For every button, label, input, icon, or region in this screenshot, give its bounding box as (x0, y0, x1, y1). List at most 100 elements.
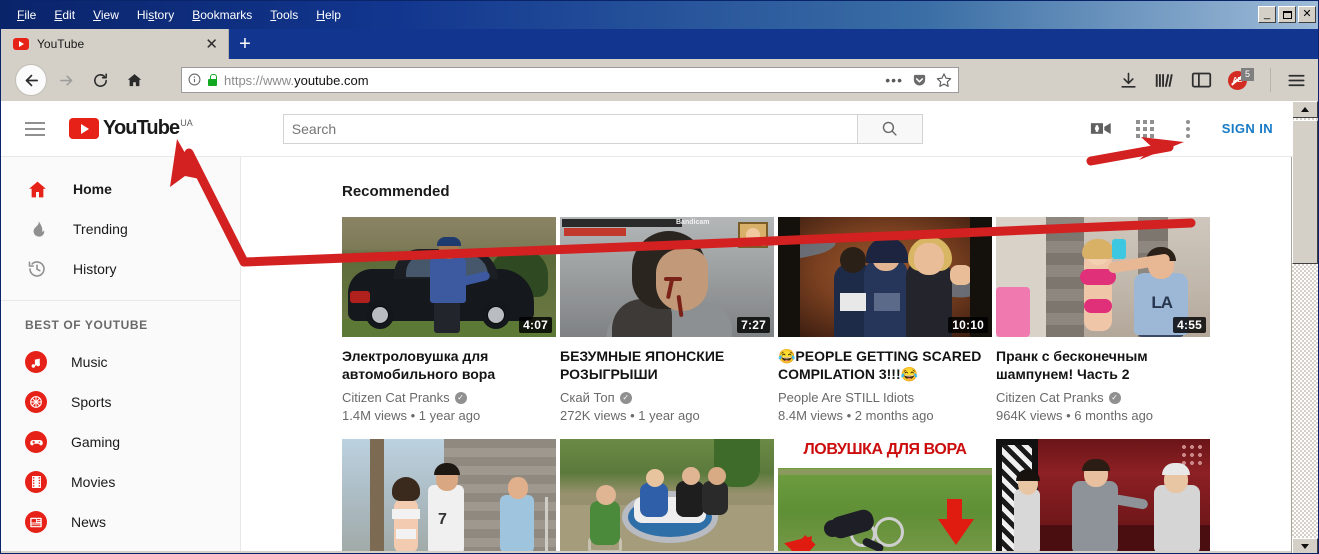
video-card[interactable] (560, 439, 774, 553)
library-icon[interactable] (1154, 71, 1175, 90)
tab-close-icon[interactable]: ✕ (203, 37, 220, 52)
video-metadata: 964K views • 6 months ago (996, 408, 1154, 423)
video-card[interactable] (996, 439, 1210, 553)
video-card[interactable]: Bandicam 7:27 БЕЗУМНЫЕ ЯПОНСКИЕ РОЗЫГРЫШ… (560, 217, 774, 423)
three-dots-vertical-icon[interactable] (1178, 118, 1198, 140)
sidebar-item-history[interactable]: History (1, 249, 240, 289)
menu-edit[interactable]: Edit (46, 5, 83, 25)
guide-toggle-icon[interactable] (25, 117, 49, 141)
video-channel-name[interactable]: Citizen Cat Pranks (996, 390, 1104, 405)
video-channel-row: Citizen Cat Pranks ✓ (342, 390, 556, 405)
apps-grid-icon[interactable] (1135, 119, 1154, 138)
minimize-button[interactable]: _ (1258, 6, 1276, 23)
video-metadata: 1.4M views • 1 year ago (342, 408, 481, 423)
menu-help[interactable]: Help (308, 5, 349, 25)
newspaper-icon (25, 511, 47, 533)
video-channel-name[interactable]: People Are STILL Idiots (778, 390, 914, 405)
video-card[interactable]: 10:10 😂PEOPLE GETTING SCARED COMPILATION… (778, 217, 992, 423)
video-thumbnail[interactable] (560, 439, 774, 553)
info-icon[interactable] (188, 73, 201, 88)
sign-in-button[interactable]: SIGN IN (1222, 121, 1277, 136)
new-tab-button[interactable]: + (229, 29, 261, 59)
video-title[interactable]: Пранк с бесконечным шампунем! Часть 2 (996, 347, 1210, 383)
tab-title: YouTube (37, 37, 85, 51)
youtube-page: YouTube UA Search SIGN IN Home Trending … (1, 101, 1293, 553)
url-domain: youtube.com (294, 72, 369, 88)
navigation-toolbar: https://www.youtube.com ••• 5 (1, 59, 1318, 101)
video-thumbnail[interactable]: ЛОВУШКА ДЛЯ ВОРА (778, 439, 992, 553)
sidebar-item-sports[interactable]: Sports (1, 382, 240, 422)
thumbnail-overlay-text: ЛОВУШКА ДЛЯ ВОРА (803, 441, 967, 458)
youtube-logo[interactable]: YouTube UA (69, 117, 193, 140)
video-metadata: 272K views • 1 year ago (560, 408, 700, 423)
tab-youtube[interactable]: YouTube ✕ (1, 29, 229, 59)
page-scrollbar[interactable] (1291, 101, 1318, 553)
url-text: https://www.youtube.com (224, 73, 879, 88)
scrollbar-thumb[interactable] (1292, 120, 1318, 264)
sidebar-icon[interactable] (1191, 71, 1212, 89)
url-bar[interactable]: https://www.youtube.com ••• (181, 67, 959, 93)
close-button[interactable]: ✕ (1298, 6, 1316, 23)
back-button[interactable] (15, 64, 47, 96)
music-note-icon (25, 351, 47, 373)
reload-button[interactable] (85, 65, 115, 95)
sidebar-item-news[interactable]: News (1, 502, 240, 542)
bookmark-star-icon[interactable] (936, 72, 952, 88)
menu-file[interactable]: File (9, 5, 44, 25)
forward-button[interactable] (51, 65, 81, 95)
sidebar-label-trending: Trending (73, 221, 128, 237)
tab-strip: YouTube ✕ + (1, 29, 1318, 59)
video-thumbnail[interactable] (996, 439, 1210, 553)
video-card[interactable]: 7 (342, 439, 556, 553)
video-thumbnail[interactable]: LA 4:55 (996, 217, 1210, 337)
youtube-play-icon (69, 118, 99, 139)
video-thumbnail[interactable]: Bandicam 7:27 (560, 217, 774, 337)
video-camera-plus-icon[interactable] (1090, 120, 1112, 137)
video-card[interactable]: 4:07 Электроловушка для автомобильного в… (342, 217, 556, 423)
lock-icon[interactable] (207, 74, 218, 86)
video-channel-name[interactable]: Скай Топ (560, 390, 615, 405)
video-channel-name[interactable]: Citizen Cat Pranks (342, 390, 450, 405)
scroll-down-arrow[interactable] (1292, 538, 1318, 553)
menu-bookmarks[interactable]: Bookmarks (184, 5, 260, 25)
maximize-button[interactable] (1278, 6, 1296, 23)
youtube-guide-sidebar: Home Trending History BEST OF YOUTUBE Mu… (1, 157, 241, 553)
page-actions-icon[interactable]: ••• (885, 73, 903, 87)
sidebar-label-gaming: Gaming (71, 434, 121, 450)
sidebar-label-sports: Sports (71, 394, 112, 410)
menu-history[interactable]: History (129, 5, 182, 25)
search-input[interactable] (282, 113, 858, 144)
video-metadata: 8.4M views • 2 months ago (778, 408, 934, 423)
youtube-favicon (13, 38, 29, 50)
history-clock-icon (25, 257, 49, 281)
youtube-country-code: UA (180, 118, 193, 128)
menu-view[interactable]: View (85, 5, 127, 25)
pocket-icon[interactable] (912, 73, 927, 88)
video-thumbnail[interactable]: 7 (342, 439, 556, 553)
sidebar-item-music[interactable]: Music (1, 342, 240, 382)
gamepad-icon (25, 431, 47, 453)
video-card[interactable]: ЛОВУШКА ДЛЯ ВОРА (778, 439, 992, 553)
menu-tools[interactable]: Tools (262, 5, 306, 25)
download-icon[interactable] (1119, 71, 1138, 90)
sidebar-label-movies: Movies (71, 474, 116, 490)
hamburger-menu-icon[interactable] (1287, 72, 1308, 89)
video-thumbnail[interactable]: 10:10 (778, 217, 992, 337)
search-button[interactable] (857, 113, 923, 144)
trending-flame-icon (25, 217, 49, 241)
video-thumbnail[interactable]: 4:07 (342, 217, 556, 337)
sidebar-item-trending[interactable]: Trending (1, 209, 240, 249)
scroll-up-arrow[interactable] (1292, 101, 1318, 118)
browser-window: File Edit View History Bookmarks Tools H… (0, 0, 1319, 554)
home-button[interactable] (119, 65, 149, 95)
sidebar-item-home[interactable]: Home (1, 169, 240, 209)
url-subdomain: www. (263, 72, 295, 88)
sidebar-item-gaming[interactable]: Gaming (1, 422, 240, 462)
sidebar-item-movies[interactable]: Movies (1, 462, 240, 502)
adblock-icon[interactable]: AB 5 (1228, 68, 1254, 92)
video-duration: 4:07 (519, 317, 552, 333)
video-title[interactable]: 😂PEOPLE GETTING SCARED COMPILATION 3!!!😂 (778, 347, 992, 383)
video-title[interactable]: Электроловушка для автомобильного вора (342, 347, 556, 383)
video-card[interactable]: LA 4:55 Пранк с бесконечным шампунем! Ча… (996, 217, 1210, 423)
video-title[interactable]: БЕЗУМНЫЕ ЯПОНСКИЕ РОЗЫГРЫШИ (560, 347, 774, 383)
